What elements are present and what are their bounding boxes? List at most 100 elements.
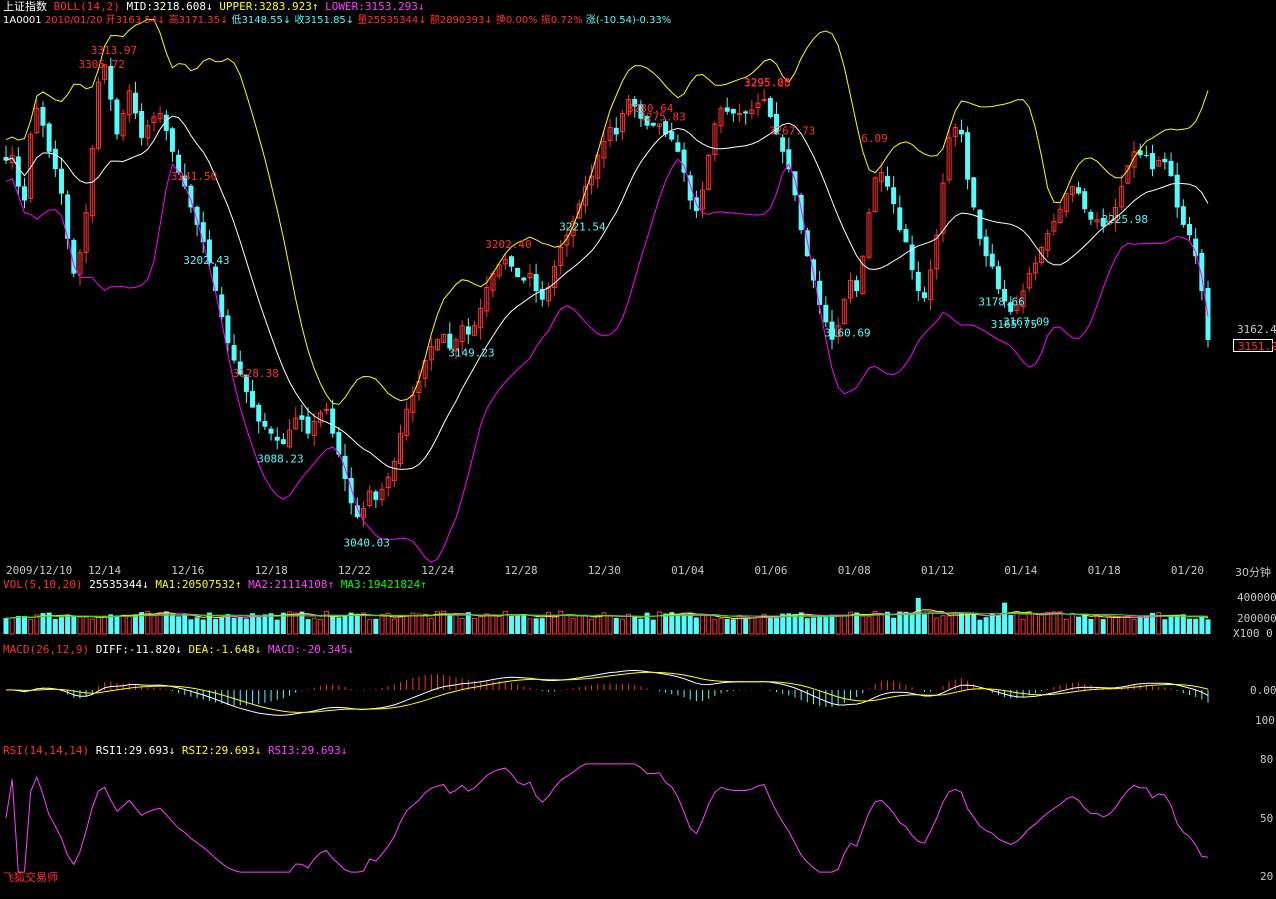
macd-axis-zero: 0.00	[1250, 684, 1276, 697]
volume-bar	[712, 619, 718, 635]
volume-bar	[1032, 613, 1038, 635]
volume-bar	[176, 616, 182, 634]
volume-bar	[15, 615, 21, 634]
volume-bar	[829, 614, 835, 634]
volume-bar	[915, 597, 921, 634]
volume-bar	[706, 615, 712, 635]
candle-body	[737, 113, 743, 116]
volume-bar	[521, 614, 527, 634]
volume-bar	[1063, 618, 1069, 635]
candle-body	[1162, 158, 1168, 163]
boll-upper: UPPER:3283.923↑	[219, 0, 319, 13]
volume-bar	[416, 613, 422, 635]
date-tick: 2009/12/10	[6, 564, 73, 577]
volume-bar	[928, 611, 934, 635]
date-tick: 12/28	[504, 564, 538, 577]
candle-body	[903, 229, 909, 243]
volume-bar	[336, 617, 342, 634]
rsi-2: RSI2:29.693↓	[181, 744, 262, 757]
price-annotation-high: 3275.83	[639, 110, 685, 123]
boll-header: 上证指数 BOLL(14,2) MID:3218.608↓ UPPER:3283…	[3, 0, 425, 13]
volume-bar	[1193, 618, 1199, 634]
price-annotation-low: 3221.54	[559, 221, 606, 234]
volume-bar	[607, 615, 613, 635]
volume-bar	[391, 618, 397, 635]
volume-bar	[157, 612, 163, 635]
candle-body	[823, 304, 829, 323]
volume-bar	[989, 613, 995, 634]
price-annotations: 6.093280.643225.983313.973178.663128.383…	[78, 44, 1148, 550]
volume-bar	[330, 615, 336, 634]
period-label: 30分钟	[1235, 566, 1271, 579]
macd-value: MACD:-20.345↓	[267, 643, 355, 656]
date-tick: 01/08	[837, 564, 871, 577]
volume-bar	[373, 618, 379, 634]
volume-bar	[1119, 616, 1125, 635]
price-annotation-low: 3160.69	[824, 327, 870, 340]
price-annotation-high: 3313.97	[91, 44, 137, 57]
vol-axis-unit: X100 0	[1233, 627, 1273, 640]
index-name: 上证指数	[3, 0, 47, 13]
volume-bar	[422, 613, 428, 635]
candle-body	[268, 428, 274, 434]
candle-body	[1076, 187, 1082, 194]
candle-body	[324, 408, 330, 411]
volume-bar	[613, 617, 619, 634]
volume-bar	[767, 617, 773, 634]
candle-body	[200, 222, 206, 243]
volume-bar	[95, 616, 101, 635]
candle-body	[780, 137, 786, 152]
volume-bar	[34, 614, 40, 635]
volume-bar	[1199, 616, 1205, 634]
volume-bar	[231, 617, 237, 634]
volume-bar	[718, 618, 724, 635]
macd-dea-line	[6, 671, 1209, 713]
candle-body	[915, 271, 921, 291]
volume-bar	[1131, 619, 1137, 635]
volume-bar	[58, 617, 64, 634]
boll-lower-line	[5, 158, 1209, 563]
volume-bar	[878, 612, 884, 635]
rsi-panel	[5, 763, 1209, 873]
price-annotation-high: 3202.40	[485, 238, 531, 251]
vol-value: 25535344↓	[89, 578, 149, 591]
candle-body	[52, 148, 58, 170]
candle-body	[305, 416, 311, 434]
date-tick: 12/22	[337, 564, 372, 577]
volume-bar	[274, 619, 280, 634]
volume-bar	[508, 615, 514, 634]
volume-bar	[552, 616, 558, 635]
volume-bar	[582, 614, 588, 635]
candle-body	[681, 149, 687, 173]
candle-body	[46, 123, 52, 152]
quote-header: 1A0001 2010/01/20 开3163.54↓ 高3171.35↓ 低3…	[3, 14, 671, 27]
volume-bar	[527, 618, 533, 635]
volume-bar	[219, 617, 225, 634]
volume-bar	[151, 615, 157, 635]
price-annotation-low: 3225.98	[1102, 213, 1148, 226]
volume-bar	[841, 614, 847, 635]
macd-header: MACD(26,12,9) DIFF:-11.820↓ DEA:-1.648↓ …	[3, 643, 354, 656]
volume-bar	[1094, 615, 1100, 635]
volume-bar	[1162, 619, 1168, 634]
volume-bar	[946, 615, 952, 635]
volume-bar	[1008, 615, 1014, 634]
vol-header: VOL(5,10,20) 25535344↓ MA1:20507532↑ MA2…	[3, 578, 427, 591]
volume-bar	[1051, 611, 1057, 635]
volume-bar	[126, 615, 132, 635]
current-price-box: 3151.9	[1233, 339, 1276, 353]
volume-bar	[965, 613, 971, 634]
candle-body	[995, 266, 1001, 290]
volume-bar	[28, 618, 34, 635]
date-tick: 12/14	[88, 564, 122, 577]
volume-bar	[1205, 619, 1211, 634]
candle-body	[613, 127, 619, 135]
volume-bar	[804, 618, 810, 634]
kline-chart[interactable]: 6.093280.643225.983313.973178.663128.383…	[0, 0, 1276, 899]
candle-body	[225, 315, 231, 344]
candle-body	[262, 421, 268, 427]
volume-bar	[983, 617, 989, 634]
candle-body	[743, 111, 749, 114]
price-annotation-high: 6.09	[861, 132, 888, 145]
candle-body	[730, 108, 736, 114]
